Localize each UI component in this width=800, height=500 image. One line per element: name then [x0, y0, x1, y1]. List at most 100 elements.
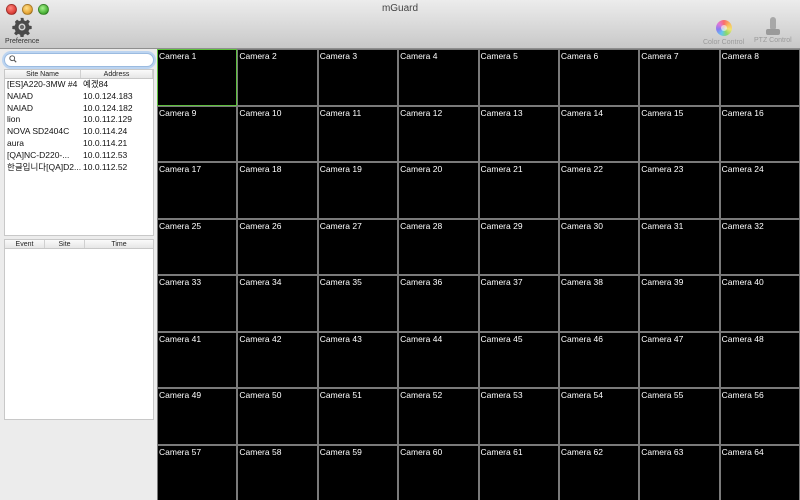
camera-tile[interactable]: Camera 34	[238, 276, 317, 331]
site-list-row[interactable]: NAIAD 10.0.124.183	[5, 91, 153, 103]
camera-tile[interactable]: Camera 64	[720, 445, 799, 500]
camera-tile[interactable]: Camera 39	[640, 276, 719, 331]
camera-tile[interactable]: Camera 46	[559, 332, 639, 387]
camera-tile[interactable]: Camera 29	[479, 219, 558, 274]
camera-tile[interactable]: Camera 61	[479, 445, 558, 500]
site-list-row[interactable]: NAIAD 10.0.124.182	[5, 103, 153, 115]
camera-tile[interactable]: Camera 44	[399, 332, 478, 387]
column-header-site-name[interactable]: Site Name	[5, 70, 81, 78]
camera-tile[interactable]: Camera 6	[559, 50, 639, 105]
camera-tile[interactable]: Camera 42	[238, 332, 317, 387]
camera-tile[interactable]: Camera 60	[399, 445, 478, 500]
camera-tile[interactable]: Camera 25	[158, 219, 237, 274]
camera-tile[interactable]: Camera 23	[640, 163, 719, 218]
camera-tile[interactable]: Camera 50	[238, 389, 317, 444]
column-header-time[interactable]: Time	[85, 240, 153, 248]
camera-tile[interactable]: Camera 58	[238, 445, 317, 500]
column-header-address[interactable]: Address	[81, 70, 153, 78]
column-header-site[interactable]: Site	[45, 240, 85, 248]
camera-tile[interactable]: Camera 20	[399, 163, 478, 218]
camera-tile[interactable]: Camera 11	[318, 106, 398, 161]
camera-tile[interactable]: Camera 37	[479, 276, 558, 331]
camera-label: Camera 7	[641, 51, 679, 61]
camera-tile[interactable]: Camera 36	[399, 276, 478, 331]
camera-tile[interactable]: Camera 54	[559, 389, 639, 444]
camera-tile[interactable]: Camera 1	[156, 49, 238, 106]
camera-label: Camera 17	[159, 164, 202, 174]
site-list-row[interactable]: lion 10.0.112.129	[5, 114, 153, 126]
camera-tile[interactable]: Camera 24	[720, 163, 799, 218]
camera-tile[interactable]: Camera 57	[158, 445, 237, 500]
camera-label: Camera 5	[480, 51, 518, 61]
color-control-button[interactable]: Color Control	[703, 17, 744, 46]
camera-tile[interactable]: Camera 5	[479, 50, 558, 105]
camera-tile[interactable]: Camera 59	[318, 445, 398, 500]
camera-tile[interactable]: Camera 33	[158, 276, 237, 331]
camera-tile[interactable]: Camera 30	[559, 219, 639, 274]
camera-tile[interactable]: Camera 22	[559, 163, 639, 218]
camera-tile[interactable]: Camera 9	[158, 106, 237, 161]
ptz-control-button[interactable]: PTZ Control	[754, 17, 792, 44]
event-log-header: Event Site Time	[5, 240, 153, 249]
camera-tile[interactable]: Camera 27	[318, 219, 398, 274]
camera-tile[interactable]: Camera 28	[399, 219, 478, 274]
site-list-row[interactable]: [QA]NC-D220-... 10.0.112.53	[5, 150, 153, 162]
column-header-event[interactable]: Event	[5, 240, 45, 248]
camera-label: Camera 64	[721, 446, 764, 457]
camera-tile[interactable]: Camera 26	[238, 219, 317, 274]
camera-tile[interactable]: Camera 19	[318, 163, 398, 218]
camera-tile[interactable]: Camera 15	[640, 106, 719, 161]
camera-tile[interactable]: Camera 7	[640, 50, 719, 105]
camera-tile[interactable]: Camera 63	[640, 445, 719, 500]
camera-tile[interactable]: Camera 56	[720, 389, 799, 444]
site-name-cell: NOVA SD2404C	[7, 126, 70, 137]
camera-tile[interactable]: Camera 21	[479, 163, 558, 218]
camera-tile[interactable]: Camera 4	[399, 50, 478, 105]
camera-tile[interactable]: Camera 32	[720, 219, 799, 274]
site-list-row[interactable]: aura 10.0.114.21	[5, 138, 153, 150]
camera-tile[interactable]: Camera 16	[720, 106, 799, 161]
site-list-row[interactable]: 한글입니다[QA]D2... 10.0.112.52	[5, 162, 153, 174]
site-address-cell: 10.0.124.182	[83, 102, 133, 113]
mguard-window: mGuard Preference Color Control PTZ Cont…	[0, 0, 800, 500]
camera-tile[interactable]: Camera 53	[479, 389, 558, 444]
camera-tile[interactable]: Camera 14	[559, 106, 639, 161]
camera-tile[interactable]: Camera 45	[479, 332, 558, 387]
camera-tile[interactable]: Camera 18	[238, 163, 317, 218]
camera-tile[interactable]: Camera 40	[720, 276, 799, 331]
camera-label: Camera 12	[400, 107, 443, 118]
camera-tile[interactable]: Camera 35	[318, 276, 398, 331]
camera-tile[interactable]: Camera 17	[158, 163, 237, 218]
camera-tile[interactable]: Camera 49	[158, 389, 237, 444]
camera-tile[interactable]: Camera 38	[559, 276, 639, 331]
sidebar: Site Name Address [ES]A220-3MW #4 예겠84 NAI…	[0, 49, 157, 500]
site-list-row[interactable]: NOVA SD2404C 10.0.114.24	[5, 126, 153, 138]
camera-tile[interactable]: Camera 52	[399, 389, 478, 444]
camera-label: Camera 25	[159, 220, 202, 231]
camera-tile[interactable]: Camera 48	[720, 332, 799, 387]
camera-label: Camera 2	[239, 51, 277, 61]
camera-tile[interactable]: Camera 10	[238, 106, 317, 161]
camera-tile[interactable]: Camera 12	[399, 106, 478, 161]
camera-tile[interactable]: Camera 62	[559, 445, 639, 500]
camera-tile[interactable]: Camera 47	[640, 332, 719, 387]
search-input[interactable]	[19, 54, 149, 66]
camera-tile[interactable]: Camera 51	[318, 389, 398, 444]
camera-label: Camera 21	[480, 164, 523, 174]
camera-tile[interactable]: Camera 3	[318, 50, 398, 105]
camera-tile[interactable]: Camera 13	[479, 106, 558, 161]
camera-tile[interactable]: Camera 8	[720, 50, 799, 105]
camera-label: Camera 49	[159, 390, 202, 400]
camera-tile[interactable]: Camera 43	[318, 332, 398, 387]
camera-label: Camera 15	[641, 107, 684, 118]
site-search-field[interactable]	[4, 53, 154, 67]
site-list-row[interactable]: [ES]A220-3MW #4 예겠84	[5, 79, 153, 91]
camera-tile[interactable]: Camera 55	[640, 389, 719, 444]
camera-label: Camera 37	[480, 277, 523, 287]
camera-label: Camera 28	[400, 220, 443, 231]
camera-tile[interactable]: Camera 31	[640, 219, 719, 274]
camera-tile[interactable]: Camera 2	[238, 50, 317, 105]
preference-button[interactable]: Preference	[5, 17, 39, 45]
camera-tile[interactable]: Camera 41	[158, 332, 237, 387]
camera-label: Camera 11	[319, 107, 362, 118]
